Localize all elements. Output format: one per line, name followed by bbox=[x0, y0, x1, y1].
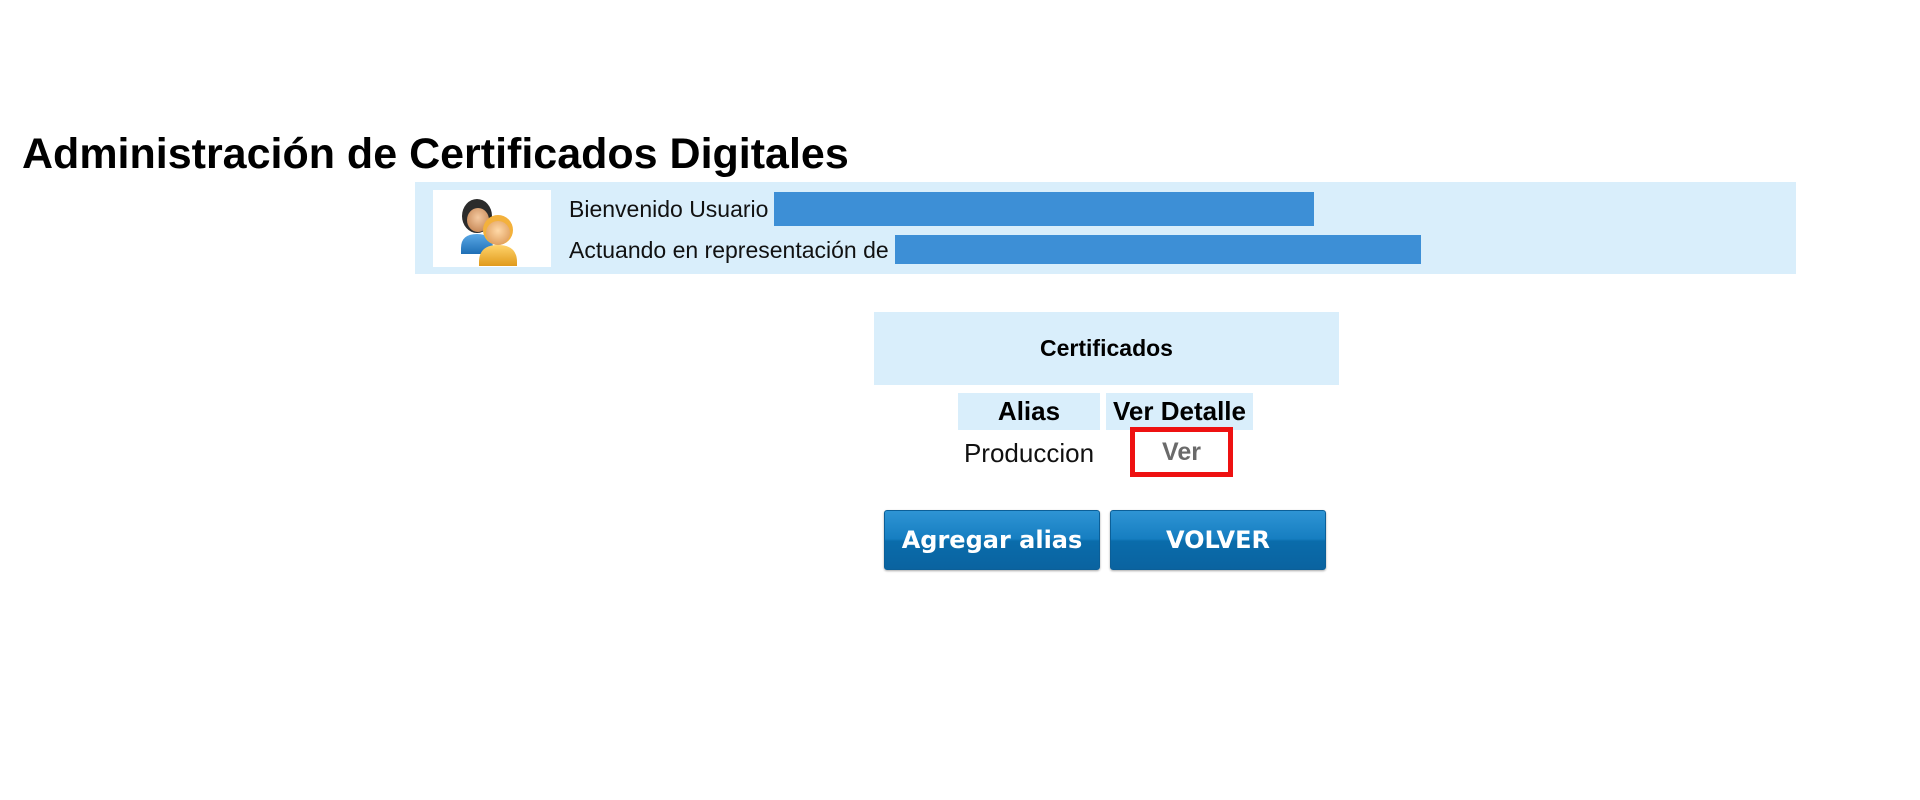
certificates-header: Certificados bbox=[874, 312, 1339, 385]
add-alias-button[interactable]: Agregar alias bbox=[884, 510, 1100, 570]
welcome-line: Bienvenido Usuario bbox=[569, 192, 1315, 226]
representation-label: Actuando en representación de bbox=[569, 236, 889, 263]
column-header-ver-detalle: Ver Detalle bbox=[1106, 393, 1253, 430]
welcome-label: Bienvenido Usuario bbox=[569, 196, 769, 222]
representation-line: Actuando en representación de bbox=[569, 235, 1421, 264]
page-title: Administración de Certificados Digitales bbox=[22, 130, 849, 178]
table-cell-alias: Produccion bbox=[963, 437, 1095, 468]
user-banner: Bienvenido Usuario Actuando en represent… bbox=[415, 182, 1796, 274]
back-button[interactable]: VOLVER bbox=[1110, 510, 1326, 570]
redacted-representative bbox=[894, 235, 1421, 264]
redacted-username bbox=[774, 192, 1315, 226]
users-icon bbox=[433, 190, 551, 267]
page: Administración de Certificados Digitales bbox=[0, 0, 1920, 800]
column-header-alias: Alias bbox=[958, 393, 1100, 430]
ver-detail-link[interactable]: Ver bbox=[1130, 427, 1233, 477]
